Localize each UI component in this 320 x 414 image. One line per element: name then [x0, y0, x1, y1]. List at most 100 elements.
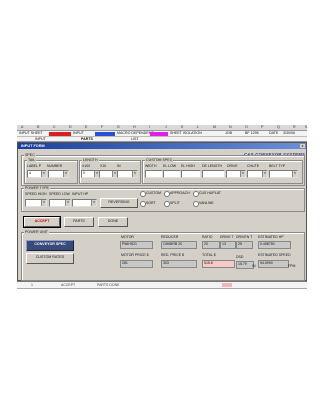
column-header[interactable]: J [165, 125, 167, 129]
speed-high-select[interactable]: ▾ [25, 199, 47, 207]
x10-label: X10 [100, 164, 107, 168]
drive-label: DRIVE [227, 164, 238, 168]
estimated-speed-label: ESTIMATED SPEED [258, 253, 291, 257]
cell-date-value[interactable]: 3/30/06 [283, 131, 295, 136]
column-header[interactable]: R [293, 125, 296, 129]
de-length-label: DE LENGTH [202, 164, 223, 168]
column-header[interactable]: N [229, 125, 232, 129]
column-header[interactable]: L [197, 125, 199, 129]
column-header[interactable]: C [53, 125, 56, 129]
chevron-down-icon[interactable]: ▾ [262, 171, 267, 177]
de-length-input[interactable] [202, 170, 225, 178]
chevron-down-icon[interactable]: ▾ [65, 200, 70, 206]
reversing-button[interactable]: REVERSING [100, 198, 138, 208]
column-header[interactable]: E [85, 125, 87, 129]
x100-select[interactable]: 0 ▾ [81, 170, 100, 178]
speed-high-label: SPEED HIGH [25, 192, 47, 196]
cell-bottom[interactable]: ACCEPT [61, 283, 75, 287]
ratio-label: RATIO [202, 235, 213, 239]
column-header[interactable]: F [101, 125, 103, 129]
estimated-hp-value: 0.498750 [258, 241, 291, 249]
column-header[interactable]: B [37, 125, 39, 129]
chevron-down-icon[interactable]: ▾ [41, 200, 46, 206]
estimated-hp-label: ESTIMATED HP [258, 235, 284, 239]
cell-input-sheet[interactable]: INPUT SHEET [19, 131, 43, 136]
column-header[interactable]: I [149, 125, 150, 129]
red-price-label: RED. PRICE $ [161, 253, 184, 257]
done-button[interactable]: DONE [98, 217, 128, 227]
chevron-down-icon[interactable]: ▾ [292, 171, 297, 177]
chute-label: CHUTE [247, 164, 260, 168]
chute-select[interactable]: ▾ [247, 170, 268, 178]
driven-t-label: DRIVEN T [236, 235, 253, 239]
motor-label: MOTOR [121, 235, 134, 239]
column-header[interactable]: A [21, 125, 23, 129]
parts-button[interactable]: PARTS [64, 217, 94, 227]
x100-value: 0 [83, 171, 85, 175]
chevron-down-icon[interactable]: ▾ [41, 171, 46, 177]
speed-low-select[interactable]: ▾ [49, 199, 71, 207]
sheet-bottom-row: 1 ACCEPT PARTS DONE [17, 281, 307, 289]
total-label: TOTAL $ [202, 253, 216, 257]
chevron-down-icon[interactable]: ▾ [132, 171, 137, 177]
custom-rated-button[interactable]: CUSTOM RATED [26, 253, 74, 264]
belt-typ-select[interactable]: ▾ [269, 170, 298, 178]
number-select[interactable]: ▾ [48, 170, 69, 178]
x10-select[interactable]: ▾ [99, 170, 118, 178]
total-value: 515.8 [202, 260, 235, 268]
drive-select[interactable]: ▾ [226, 170, 246, 178]
chevron-down-icon[interactable]: ▾ [240, 171, 245, 177]
chevron-down-icon[interactable]: ▾ [63, 171, 68, 177]
reducer-value: CM65RB 20 [161, 241, 197, 249]
cell-date-label[interactable]: DATE [269, 131, 278, 136]
column-header[interactable]: S [305, 125, 307, 129]
drive-t-label: DRIVE T [220, 235, 234, 239]
label-p-value: 4 [29, 171, 31, 175]
close-button[interactable]: x [300, 144, 305, 148]
cell-input[interactable]: INPUT [73, 131, 84, 136]
cus-huplat-radio-label: CUS HUPLAT [199, 191, 221, 195]
estimated-speed-unit: FPM [288, 264, 296, 268]
conveyor-spec-button[interactable]: CONVEYOR SPEC [26, 240, 74, 251]
column-header[interactable]: O [245, 125, 248, 129]
input-hp-select[interactable]: ▾ [72, 199, 97, 207]
blue-swatch [95, 132, 115, 136]
label-p-select[interactable]: 4 ▾ [27, 170, 47, 178]
column-header[interactable]: D [69, 125, 72, 129]
column-header[interactable]: M [213, 125, 216, 129]
column-header[interactable]: G [117, 125, 120, 129]
column-header[interactable]: P [261, 125, 263, 129]
cell-bottom[interactable]: 1 [31, 283, 33, 287]
approach-radio-label: APPROACH [170, 191, 190, 195]
power-type-label: POWER TYPE [24, 186, 50, 190]
accept-button[interactable]: ACCEPT [23, 216, 61, 228]
custom-radio-label: CUSTOM [146, 191, 162, 195]
vanline-radio-label: VANLINE [199, 201, 214, 205]
cell-sheet-isolation[interactable]: SHEET ISOLATION [170, 131, 202, 136]
el-high-input[interactable] [181, 170, 201, 178]
x100-label: X100 [82, 164, 91, 168]
in-select[interactable]: ▾ [117, 170, 138, 178]
cell-bottom[interactable]: PARTS DONE [97, 283, 119, 287]
column-header[interactable]: H [133, 125, 136, 129]
motor-price-value: 281 [120, 260, 153, 268]
tail-label: TAIL [27, 158, 37, 162]
cell-macro-dependent[interactable]: MACRO DEPENDENT [117, 131, 154, 136]
el-low-input[interactable] [163, 170, 181, 178]
cell-job-value[interactable]: BF 1295 [245, 131, 259, 136]
column-header[interactable]: Q [277, 125, 280, 129]
el-high-label: EL HIGH [181, 164, 195, 168]
column-header[interactable]: K [181, 125, 183, 129]
dialog-titlebar[interactable]: INPUT FORM x [18, 143, 306, 149]
label-p-label: LABEL P [27, 164, 42, 168]
driven-t-value: 25 [236, 241, 253, 249]
reducer-label: REDUCER [161, 235, 179, 239]
input-form-dialog: INPUT FORM x C&S CONVEYOR SYSTEMS SPEC T… [17, 142, 307, 281]
chevron-down-icon[interactable]: ▾ [91, 200, 96, 206]
width-input[interactable] [145, 170, 163, 178]
cell-job-label[interactable]: JOB [225, 131, 232, 136]
width-label: WIDTH [145, 164, 157, 168]
in-label: IN [117, 164, 121, 168]
estimated-speed-value: 94.0990 [258, 260, 289, 268]
speed-low-label: SPEED LOW [49, 192, 70, 196]
